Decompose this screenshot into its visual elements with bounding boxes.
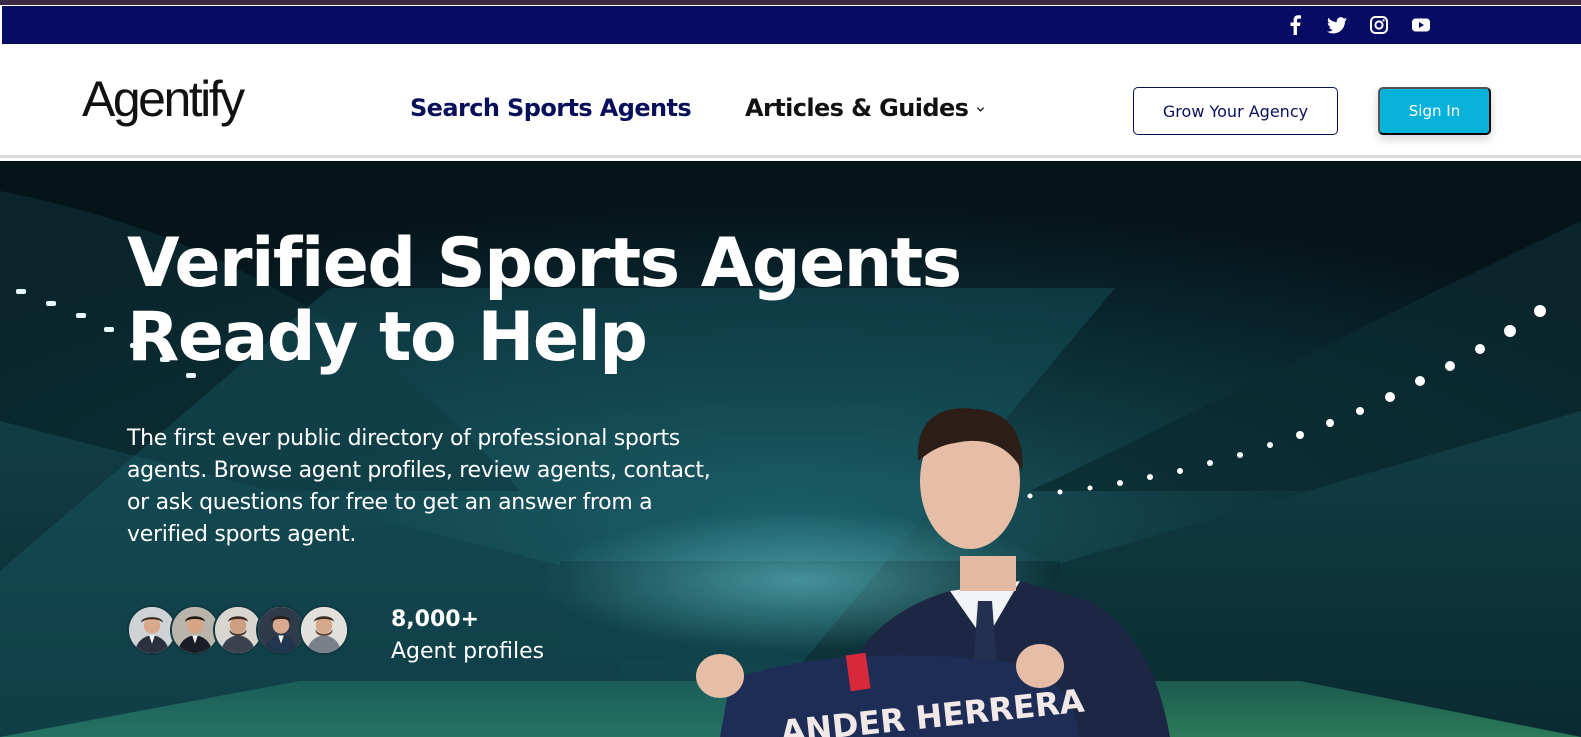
- hero-description: The first ever public directory of profe…: [127, 426, 711, 547]
- site-header: Agentify Search Sports Agents Articles &…: [0, 44, 1581, 158]
- agentify-logo[interactable]: Agentify: [82, 74, 245, 124]
- youtube-icon[interactable]: [1411, 15, 1431, 35]
- instagram-icon[interactable]: [1369, 15, 1389, 35]
- facebook-icon[interactable]: [1285, 15, 1305, 35]
- nav-search-sports-agents[interactable]: Search Sports Agents: [410, 96, 692, 120]
- hero-title-line1: Verified Sports Agents: [127, 224, 962, 303]
- chevron-down-icon: [977, 106, 985, 112]
- hero-title-line2: Ready to Help: [127, 298, 648, 377]
- twitter-icon[interactable]: [1327, 15, 1347, 35]
- hero-title: Verified Sports Agents Ready to Help: [127, 224, 962, 377]
- nav-articles-label: Articles & Guides: [745, 94, 969, 122]
- hero-section: ANDER HERRERA Verified Sports Agents Rea…: [0, 161, 1581, 737]
- agent-count: 8,000+: [391, 607, 480, 632]
- social-bar: [2, 6, 1581, 44]
- agent-avatars: [127, 605, 349, 655]
- nav-articles-guides[interactable]: Articles & Guides: [745, 96, 985, 120]
- top-strip: [0, 0, 1581, 5]
- agent-count-label: Agent profiles: [391, 639, 545, 664]
- sign-in-button[interactable]: Sign In: [1378, 87, 1491, 135]
- avatar: [299, 605, 349, 655]
- grow-your-agency-button[interactable]: Grow Your Agency: [1133, 87, 1338, 135]
